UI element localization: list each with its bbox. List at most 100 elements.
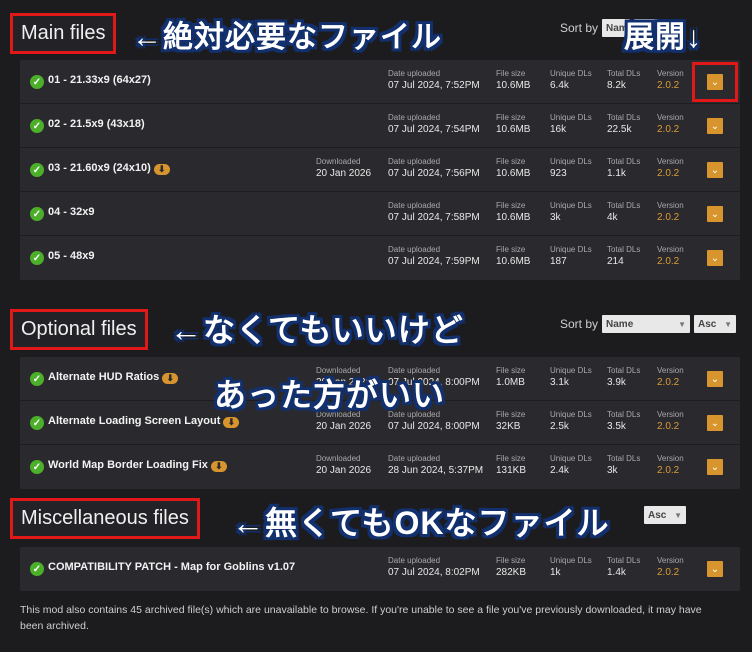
misc-files-list: ✓ COMPATIBILITY PATCH - Map for Goblins v… [20,547,740,591]
misc-files-title: Miscellaneous files [10,498,200,539]
file-row[interactable]: ✓ 02 - 21.5x9 (43x18) Date uploaded 07 Jul … [20,104,740,148]
date-uploaded: Date uploaded 07 Jul 2024, 7:54PM [388,113,480,135]
date-uploaded: Date uploaded 07 Jul 2024, 7:59PM [388,245,480,267]
chevron-down-icon: ⌄ [710,164,720,176]
file-name[interactable]: World Map Border Loading Fix ⬇ [48,459,227,472]
check-circle-icon: ✓ [30,251,44,265]
annotation-expand: 展開↓ [624,21,702,54]
sort-label: Sort by [560,21,599,35]
total-downloads: Total DLs 214 [607,245,641,267]
file-name[interactable]: 01 - 21.33x9 (64x27) [48,74,151,86]
file-name[interactable]: Alternate HUD Ratios ⬇ [48,371,179,384]
version: Version 2.0.2 [657,556,684,578]
unique-downloads: Unique DLs 2.4k [550,454,592,476]
date-uploaded: Date uploaded 07 Jul 2024, 7:56PM [388,157,480,179]
cloud-download-icon: ⬇ [223,417,240,428]
unique-downloads: Unique DLs 3k [550,201,592,223]
chevron-down-icon: ⌄ [710,373,720,385]
expand-button[interactable]: ⌄ [707,206,723,222]
cloud-download-icon: ⬇ [153,164,170,175]
file-row[interactable]: ✓ COMPATIBILITY PATCH - Map for Goblins v… [20,547,740,591]
total-downloads: Total DLs 3.5k [607,410,641,432]
main-files-list: ✓ 01 - 21.33x9 (64x27) Date uploaded 07 Jul… [20,60,740,280]
total-downloads: Total DLs 8.2k [607,69,641,91]
unique-downloads: Unique DLs 2.5k [550,410,592,432]
expand-button[interactable]: ⌄ [707,415,723,431]
unique-downloads: Unique DLs 187 [550,245,592,267]
chevron-down-icon: ⌄ [710,417,720,429]
file-name[interactable]: 04 - 32x9 [48,206,94,218]
check-circle-icon: ✓ [30,372,44,386]
file-size: File size 10.6MB [496,157,531,179]
file-size: File size 131KB [496,454,527,476]
date-uploaded: Date uploaded 28 Jun 2024, 5:37PM [388,454,484,476]
check-circle-icon: ✓ [30,416,44,430]
file-row[interactable]: ✓ 04 - 32x9 Date uploaded 07 Jul 2024, 7:58… [20,192,740,236]
check-circle-icon: ✓ [30,119,44,133]
expand-button[interactable]: ⌄ [707,561,723,577]
downloaded-info: Downloaded 20 Jan 2026 [316,157,372,179]
file-size: File size 282KB [496,556,527,578]
file-size: File size 10.6MB [496,201,531,223]
sort-order-select[interactable]: Asc ▼ [644,506,686,524]
check-circle-icon: ✓ [30,562,44,576]
version: Version 2.0.2 [657,69,684,91]
chevron-down-icon: ▼ [724,319,733,329]
total-downloads: Total DLs 1.1k [607,157,641,179]
date-uploaded: Date uploaded 07 Jul 2024, 8:02PM [388,556,480,578]
expand-highlight [692,62,738,102]
main-files-title: Main files [10,13,117,54]
file-name[interactable]: 02 - 21.5x9 (43x18) [48,118,145,130]
misc-sort-bar: Asc ▼ [644,506,686,524]
expand-button[interactable]: ⌄ [707,162,723,178]
file-row[interactable]: ✓ World Map Border Loading Fix ⬇ Downloaded… [20,445,740,489]
file-row[interactable]: ✓ 03 - 21.60x9 (24x10) ⬇ Downloaded 20 Jan 2… [20,148,740,192]
unique-downloads: Unique DLs 16k [550,113,592,135]
check-circle-icon: ✓ [30,207,44,221]
version: Version 2.0.2 [657,366,684,388]
total-downloads: Total DLs 4k [607,201,641,223]
sort-order-select[interactable]: Asc ▼ [694,315,737,333]
unique-downloads: Unique DLs 1k [550,556,592,578]
chevron-down-icon: ⌄ [710,461,720,473]
file-row[interactable]: ✓ 05 - 48x9 Date uploaded 07 Jul 2024, 7:59… [20,236,740,280]
chevron-down-icon: ⌄ [710,252,720,264]
chevron-down-icon: ▼ [678,319,687,329]
version: Version 2.0.2 [657,113,684,135]
file-size: File size 1.0MB [496,366,526,388]
annotation-main: ←絶対必要なファイル [132,21,442,54]
file-size: File size 32KB [496,410,526,432]
optional-files-title: Optional files [10,309,148,350]
file-name[interactable]: 03 - 21.60x9 (24x10) ⬇ [48,162,170,175]
chevron-down-icon: ⌄ [710,208,720,220]
date-uploaded: Date uploaded 07 Jul 2024, 7:52PM [388,69,480,91]
version: Version 2.0.2 [657,201,684,223]
expand-button[interactable]: ⌄ [707,459,723,475]
cloud-download-icon: ⬇ [162,373,179,384]
file-row[interactable]: ✓ 01 - 21.33x9 (64x27) Date uploaded 07 Jul… [20,60,740,104]
downloaded-info: Downloaded 20 Jan 2026 [316,454,372,476]
cloud-download-icon: ⬇ [210,461,227,472]
chevron-down-icon: ⌄ [710,120,720,132]
chevron-down-icon: ⌄ [710,563,720,575]
file-name[interactable]: 05 - 48x9 [48,250,94,262]
total-downloads: Total DLs 1.4k [607,556,641,578]
file-name[interactable]: Alternate Loading Screen Layout ⬇ [48,415,240,428]
unique-downloads: Unique DLs 923 [550,157,592,179]
expand-button[interactable]: ⌄ [707,118,723,134]
archived-files-notice: This mod also contains 45 archived file(… [20,604,702,632]
annotation-optional-1: ←なくてもいいけど [170,312,464,348]
sort-field-select[interactable]: Name ▼ [602,315,691,333]
file-size: File size 10.6MB [496,113,531,135]
check-circle-icon: ✓ [30,460,44,474]
expand-button[interactable]: ⌄ [707,250,723,266]
total-downloads: Total DLs 22.5k [607,113,641,135]
file-name[interactable]: COMPATIBILITY PATCH - Map for Goblins v1… [48,561,295,573]
version: Version 2.0.2 [657,454,684,476]
expand-button[interactable]: ⌄ [707,371,723,387]
unique-downloads: Unique DLs 3.1k [550,366,592,388]
date-uploaded: Date uploaded 07 Jul 2024, 7:58PM [388,201,480,223]
check-circle-icon: ✓ [30,163,44,177]
file-size: File size 10.6MB [496,245,531,267]
unique-downloads: Unique DLs 6.4k [550,69,592,91]
